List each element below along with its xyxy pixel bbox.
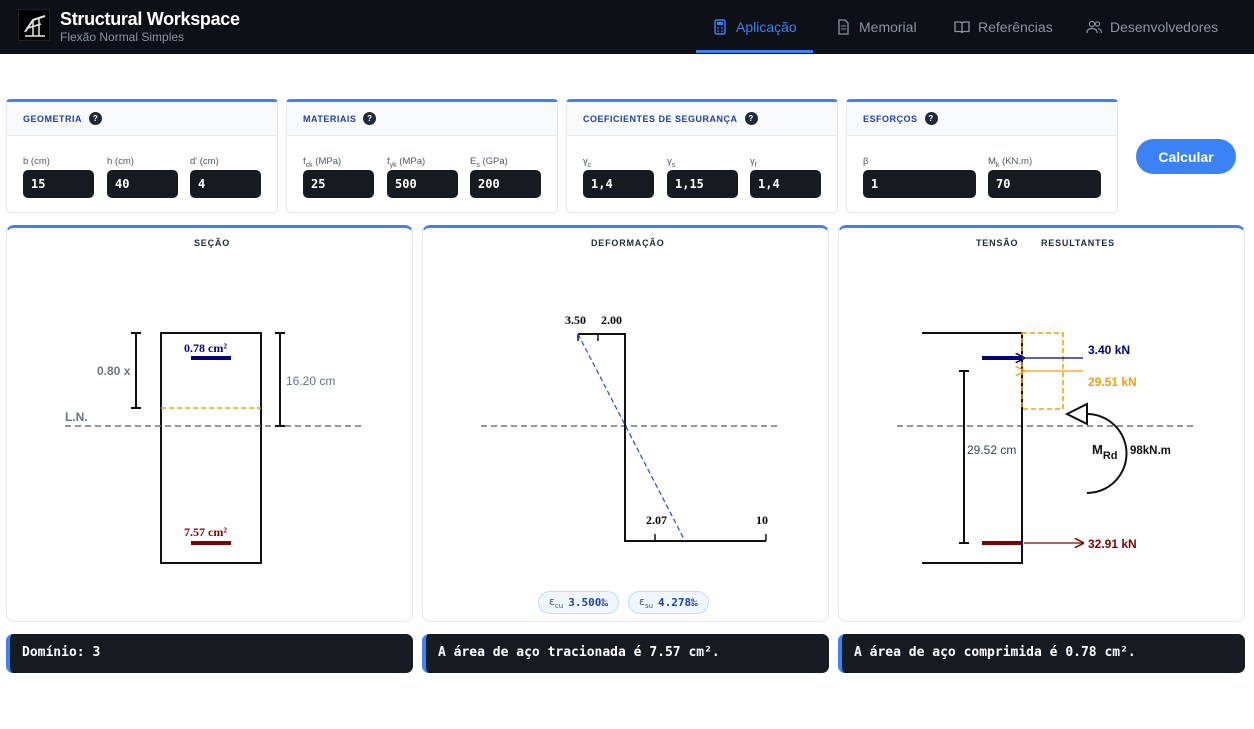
stress-diagram: 3.40 kN 29.51 kN 32.91 kN 29.52 cm MRd 9… xyxy=(897,332,1193,564)
field-es-label: Es (GPa) xyxy=(470,156,508,169)
strain-diagram: 3.50 2.00 2.07 10 xyxy=(481,313,777,542)
field-gs-label: γs xyxy=(667,156,676,169)
nav-referencias[interactable]: Referências xyxy=(954,0,1053,54)
result-dominio: Domínio: 3 xyxy=(6,634,413,673)
nav-aplicacao-label: Aplicação xyxy=(736,19,797,35)
field-b-input[interactable]: 15 xyxy=(23,170,94,198)
field-gc-input[interactable]: 1,4 xyxy=(583,170,654,198)
bottom-steel-label: 7.57 cm² xyxy=(184,525,227,539)
nav-memorial[interactable]: Memorial xyxy=(835,0,917,54)
strain-bottom-right-label: 10 xyxy=(756,513,768,527)
active-tab-indicator xyxy=(696,50,813,53)
nav-desenvolvedores[interactable]: Desenvolvedores xyxy=(1086,0,1218,54)
esu-badge: εsu 4.278‰ xyxy=(628,591,709,614)
card-esforcos: ESFORÇOS ? β 1 Mk (KN.m) 70 xyxy=(846,99,1118,213)
strain-bottom-left-label: 2.07 xyxy=(646,513,667,527)
card-coeficientes-header: COEFICIENTES DE SEGURANÇA ? xyxy=(567,102,837,136)
bottom-steel-force-label: 32.91 kN xyxy=(1088,537,1137,551)
top-steel-force-label: 3.40 kN xyxy=(1088,343,1130,357)
field-gs-input[interactable]: 1,15 xyxy=(667,170,738,198)
strain-top-right-label: 2.00 xyxy=(601,313,622,327)
moment-value-label: 98kN.m xyxy=(1130,445,1171,457)
field-fyk-label: fyk (MPa) xyxy=(387,156,426,169)
strain-outline xyxy=(578,333,766,542)
card-materiais-title: MATERIAIS xyxy=(303,113,357,124)
app-subtitle: Flexão Normal Simples xyxy=(60,30,185,44)
ecu-badge: εcu 3.500‰ xyxy=(538,591,619,614)
card-geometria: GEOMETRIA ? b (cm) 15 h (cm) 40 d' (cm) … xyxy=(6,99,278,213)
field-mk-input[interactable]: 70 xyxy=(988,170,1101,198)
nav-desenvolvedores-label: Desenvolvedores xyxy=(1110,19,1219,35)
panel-tensao: TENSÃO RESULTANTES 3.40 kN 29.51 kN 32.9… xyxy=(838,225,1245,622)
field-fyk-input[interactable]: 500 xyxy=(387,170,458,198)
book-icon xyxy=(954,21,970,34)
nav-aplicacao[interactable]: Aplicação xyxy=(712,0,797,54)
card-geometria-header: GEOMETRIA ? xyxy=(7,102,277,136)
field-beta-label: β xyxy=(863,156,869,167)
field-b-label: b (cm) xyxy=(23,156,50,167)
nav-referencias-label: Referências xyxy=(978,19,1053,35)
nav-memorial-label: Memorial xyxy=(859,19,917,35)
app-header: Structural Workspace Flexão Normal Simpl… xyxy=(0,0,1254,54)
field-h-input[interactable]: 40 xyxy=(107,170,178,198)
help-icon[interactable]: ? xyxy=(744,112,758,125)
calculate-button[interactable]: Calcular xyxy=(1136,139,1236,174)
help-icon[interactable]: ? xyxy=(924,112,938,125)
field-gf-label: γf xyxy=(750,156,757,169)
depth-dimension xyxy=(275,332,285,427)
document-icon xyxy=(838,19,849,35)
field-mk-label: Mk (KN.m) xyxy=(988,156,1033,169)
x-label: 0.80 x xyxy=(97,364,131,378)
moment-arrowhead xyxy=(1064,402,1088,426)
app-title: Structural Workspace xyxy=(60,9,240,29)
ln-label: L.N. xyxy=(65,410,88,424)
structure-logo-icon xyxy=(24,15,46,37)
card-coeficientes-title: COEFICIENTES DE SEGURANÇA xyxy=(583,113,738,124)
moment-symbol: MRd xyxy=(1092,442,1118,462)
app-logo xyxy=(18,9,50,41)
panel-deformacao: DEFORMAÇÃO 3.50 2.00 2.07 10 εcu 3.500‰ … xyxy=(422,225,829,622)
field-es-input[interactable]: 200 xyxy=(470,170,541,198)
strain-top-left-label: 3.50 xyxy=(565,313,586,327)
lever-arm-dimension xyxy=(959,370,969,544)
field-beta-input[interactable]: 1 xyxy=(863,170,976,198)
field-fck-input[interactable]: 25 xyxy=(303,170,374,198)
result-tracionada: A área de aço tracionada é 7.57 cm². xyxy=(422,634,829,673)
field-gf-input[interactable]: 1,4 xyxy=(750,170,821,198)
help-icon[interactable]: ? xyxy=(89,112,103,125)
help-icon[interactable]: ? xyxy=(363,112,377,125)
depth-label: 16.20 cm xyxy=(286,374,335,388)
result-comprimida: A área de aço comprimida é 0.78 cm². xyxy=(838,634,1245,673)
field-gc-label: γc xyxy=(583,156,592,169)
field-fck-label: fck (MPa) xyxy=(303,156,342,169)
x-dimension xyxy=(131,332,141,409)
calculator-icon xyxy=(714,19,726,35)
card-esforcos-header: ESFORÇOS ? xyxy=(847,102,1117,136)
concrete-force-label: 29.51 kN xyxy=(1088,375,1137,389)
lever-arm-label: 29.52 cm xyxy=(967,443,1016,457)
section-diagram: 0.78 cm² 7.57 cm² 0.80 x L.N. 16.20 cm xyxy=(65,332,361,564)
card-geometria-title: GEOMETRIA xyxy=(23,113,83,124)
field-d-label: d' (cm) xyxy=(190,156,219,167)
top-steel-label: 0.78 cm² xyxy=(184,341,227,355)
strain-line xyxy=(577,333,686,542)
card-esforcos-title: ESFORÇOS xyxy=(863,113,918,124)
panel-secao: SEÇÃO 0.78 cm² 7.57 cm² 0.80 x L.N. 16.2… xyxy=(6,225,413,622)
users-icon xyxy=(1086,20,1102,34)
card-materiais-header: MATERIAIS ? xyxy=(287,102,557,136)
card-coeficientes: COEFICIENTES DE SEGURANÇA ? γc 1,4 γs 1,… xyxy=(566,99,838,213)
card-materiais: MATERIAIS ? fck (MPa) 25 fyk (MPa) 500 E… xyxy=(286,99,558,213)
field-h-label: h (cm) xyxy=(107,156,134,167)
field-d-input[interactable]: 4 xyxy=(190,170,261,198)
